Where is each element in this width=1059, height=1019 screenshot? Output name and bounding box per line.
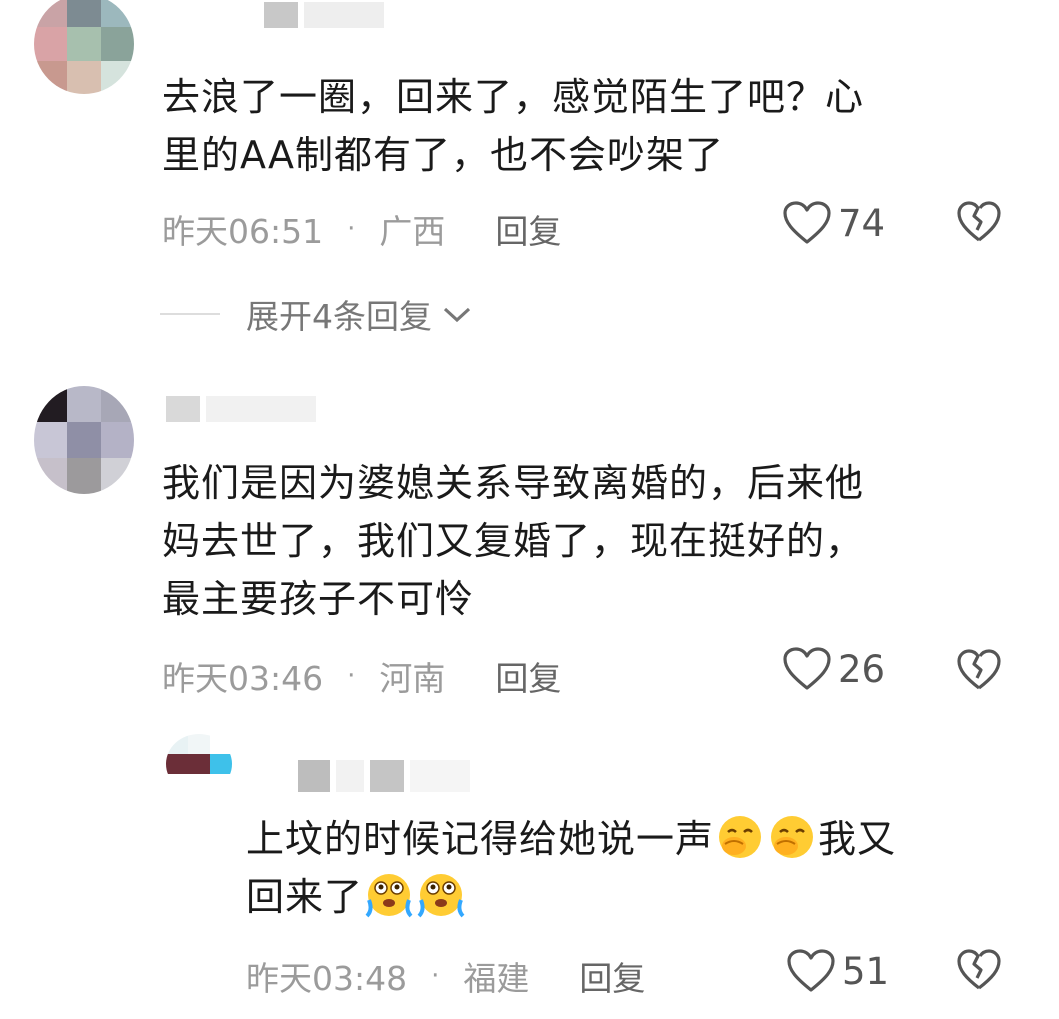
comment-text-line: 回来了 — [246, 868, 1026, 926]
reply-button[interactable]: 回复 — [579, 952, 645, 1000]
avatar[interactable] — [34, 386, 134, 494]
comment-text: 去浪了一圈，回来了，感觉陌生了吧？心 里的AA制都有了，也不会吵架了 — [162, 68, 1002, 184]
comment-text-line: 里的AA制都有了，也不会吵架了 — [162, 133, 725, 177]
comment-time: 昨天06:51 — [162, 212, 324, 251]
divider — [160, 313, 220, 315]
comment-time: 昨天03:46 — [162, 659, 324, 698]
avatar[interactable] — [34, 0, 134, 94]
like-count: 74 — [838, 201, 886, 245]
comment-meta: 昨天03:48 · 福建 回复 — [246, 952, 645, 1000]
crying-emoji — [417, 874, 465, 918]
broken-heart-icon[interactable] — [956, 648, 1002, 692]
broken-heart-icon[interactable] — [956, 200, 1002, 244]
like-button[interactable]: 51 — [786, 948, 889, 994]
comment-location: 广西 — [379, 212, 446, 251]
comment-text-segment: 回来了 — [246, 875, 364, 919]
username-blurred[interactable] — [298, 760, 470, 792]
covering-mouth-emoji — [771, 816, 814, 858]
comment-location: 福建 — [463, 959, 530, 998]
like-count: 26 — [838, 647, 886, 691]
like-count: 51 — [842, 949, 890, 993]
reply-button[interactable]: 回复 — [495, 205, 561, 253]
crying-emoji — [365, 874, 413, 918]
avatar[interactable] — [166, 734, 232, 794]
comment-text-segment: 我又 — [818, 817, 897, 861]
comment-text-line: 妈去世了，我们又复婚了，现在挺好的， — [162, 519, 865, 563]
broken-heart-icon[interactable] — [956, 948, 1002, 992]
comment-text: 上坟的时候记得给她说一声 我又 回来了 — [246, 810, 1026, 926]
chevron-down-icon — [443, 307, 471, 323]
comment-location: 河南 — [379, 659, 446, 698]
heart-outline-icon — [783, 647, 831, 690]
comment-text-segment: 上坟的时候记得给她说一声 — [246, 817, 715, 861]
expand-replies-button[interactable]: 展开4条回复 — [160, 290, 474, 338]
separator-dot: · — [347, 214, 356, 244]
comment-meta: 昨天03:46 · 河南 回复 — [162, 652, 561, 700]
heart-outline-icon — [787, 949, 835, 992]
comment-time: 昨天03:48 — [246, 959, 408, 998]
separator-dot: · — [431, 961, 440, 991]
heart-outline-icon — [783, 201, 831, 244]
like-button[interactable]: 26 — [782, 646, 885, 692]
username-blurred[interactable] — [264, 2, 384, 28]
comment-text-line: 上坟的时候记得给她说一声 我又 — [246, 810, 1026, 868]
comment-meta: 昨天06:51 · 广西 回复 — [162, 205, 561, 253]
reply-button[interactable]: 回复 — [495, 652, 561, 700]
expand-replies-label: 展开4条回复 — [246, 297, 432, 336]
comment-text: 我们是因为婆媳关系导致离婚的，后来他 妈去世了，我们又复婚了，现在挺好的， 最主… — [162, 454, 1002, 628]
comment-text-line: 最主要孩子不可怜 — [162, 577, 475, 621]
separator-dot: · — [347, 661, 356, 691]
like-button[interactable]: 74 — [782, 200, 885, 246]
comment-text-line: 去浪了一圈，回来了，感觉陌生了吧？心 — [162, 75, 865, 119]
username-blurred[interactable] — [166, 396, 316, 422]
covering-mouth-emoji — [719, 816, 762, 858]
comment-text-line: 我们是因为婆媳关系导致离婚的，后来他 — [162, 461, 865, 505]
